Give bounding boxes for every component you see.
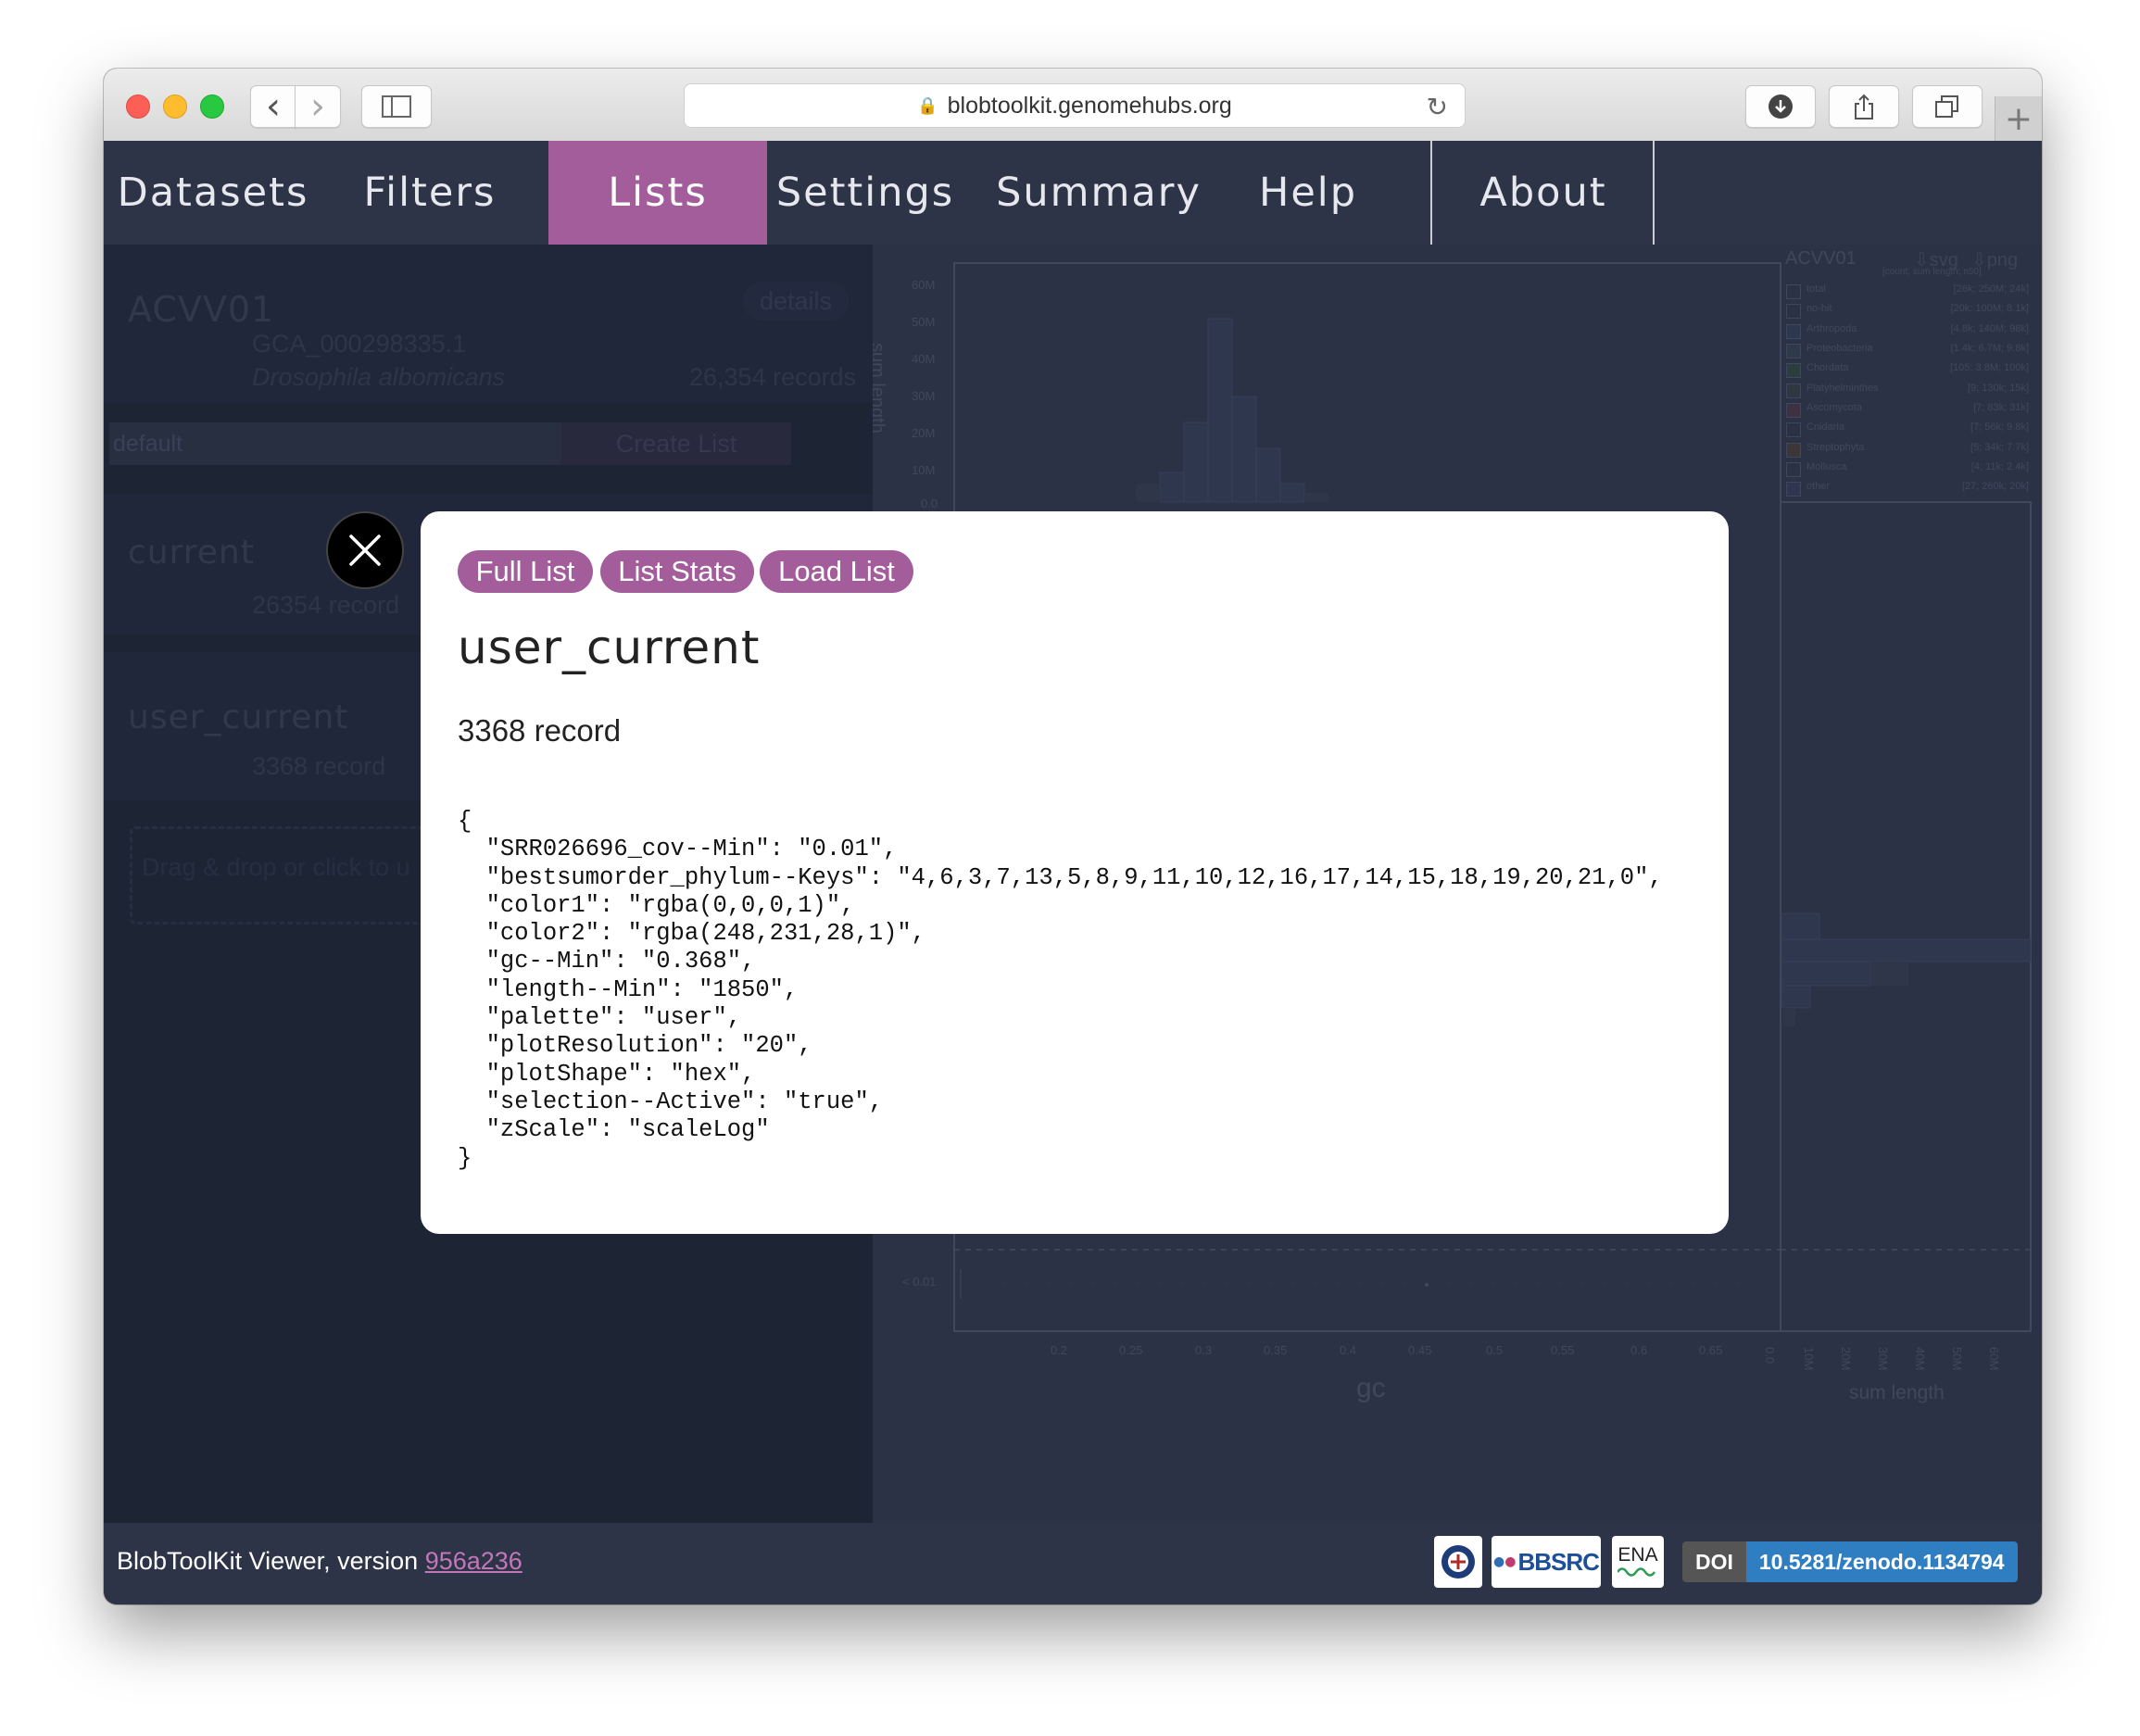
ena-logo[interactable]: ENA	[1612, 1536, 1664, 1588]
list-details-modal: Full List List Stats Load List user_curr…	[421, 511, 1729, 1234]
nav-separator	[1653, 141, 1655, 245]
browser-titlebar: ‹ › 🔒 blobtoolkit.genomehubs.org ↻ +	[104, 69, 2042, 142]
modal-record-count: 3368 record	[458, 713, 622, 748]
footer-text: BlobToolKit Viewer, version 956a236	[117, 1547, 522, 1576]
tabs-icon	[1935, 95, 1958, 118]
ena-wave-icon	[1618, 1567, 1656, 1577]
ena-label: ENA	[1618, 1544, 1658, 1566]
tab-about[interactable]: About	[1434, 141, 1653, 245]
sidebar-toggle-button[interactable]	[361, 85, 432, 128]
university-crest-icon	[1441, 1545, 1475, 1579]
address-bar[interactable]: 🔒 blobtoolkit.genomehubs.org ↻	[684, 83, 1466, 128]
nav-separator	[1430, 141, 1432, 245]
tab-help[interactable]: Help	[1234, 141, 1382, 245]
tabs-overview-button[interactable]	[1912, 85, 1983, 128]
share-button[interactable]	[1829, 85, 1899, 128]
modal-title: user_current	[458, 621, 761, 674]
chevron-left-icon: ‹	[266, 85, 281, 128]
browser-window: ‹ › 🔒 blobtoolkit.genomehubs.org ↻ + Dat…	[104, 69, 2042, 1604]
downloads-button[interactable]	[1745, 85, 1816, 128]
back-button[interactable]: ‹	[250, 85, 296, 128]
bbsrc-label: BBSRC	[1517, 1547, 1599, 1576]
modal-close-button[interactable]	[326, 511, 404, 589]
list-params-json: { "SRR026696_cov--Min": "0.01", "bestsum…	[458, 808, 1663, 1172]
version-link[interactable]: 956a236	[425, 1547, 522, 1575]
sidebar-icon	[382, 95, 411, 118]
bbsrc-dots-icon: ●●	[1493, 1554, 1517, 1569]
lock-icon: 🔒	[917, 95, 938, 115]
close-window-button[interactable]	[126, 94, 150, 119]
footer-label: BlobToolKit Viewer, version	[117, 1547, 425, 1575]
bbsrc-logo[interactable]: ●● BBSRC	[1492, 1536, 1601, 1588]
doi-value: 10.5281/zenodo.1134794	[1745, 1541, 2018, 1582]
maximize-window-button[interactable]	[200, 94, 224, 119]
plus-icon: +	[2004, 99, 2033, 138]
tab-datasets[interactable]: Datasets	[104, 141, 322, 245]
new-tab-button[interactable]: +	[1995, 96, 2042, 141]
forward-button[interactable]: ›	[295, 85, 341, 128]
edinburgh-logo[interactable]	[1434, 1536, 1482, 1588]
doi-badge[interactable]: DOI 10.5281/zenodo.1134794	[1682, 1541, 2018, 1582]
reload-icon[interactable]: ↻	[1427, 92, 1448, 122]
tab-filters[interactable]: Filters	[322, 141, 537, 245]
tab-lists[interactable]: Lists	[548, 141, 767, 245]
main-nav: Datasets Filters Lists Settings Summary …	[104, 141, 2042, 245]
chevron-right-icon: ›	[310, 85, 325, 128]
list-stats-button[interactable]: List Stats	[600, 550, 754, 593]
footer: BlobToolKit Viewer, version 956a236 ●● B…	[104, 1523, 2042, 1604]
minimize-window-button[interactable]	[163, 94, 187, 119]
download-icon	[1769, 94, 1793, 119]
close-icon	[349, 535, 381, 566]
doi-label: DOI	[1682, 1541, 1746, 1582]
tab-settings[interactable]: Settings	[773, 141, 958, 245]
tab-summary[interactable]: Summary	[989, 141, 1208, 245]
load-list-button[interactable]: Load List	[760, 550, 913, 593]
share-icon	[1855, 94, 1873, 120]
url-text: blobtoolkit.genomehubs.org	[947, 92, 1232, 119]
full-list-button[interactable]: Full List	[458, 550, 593, 593]
